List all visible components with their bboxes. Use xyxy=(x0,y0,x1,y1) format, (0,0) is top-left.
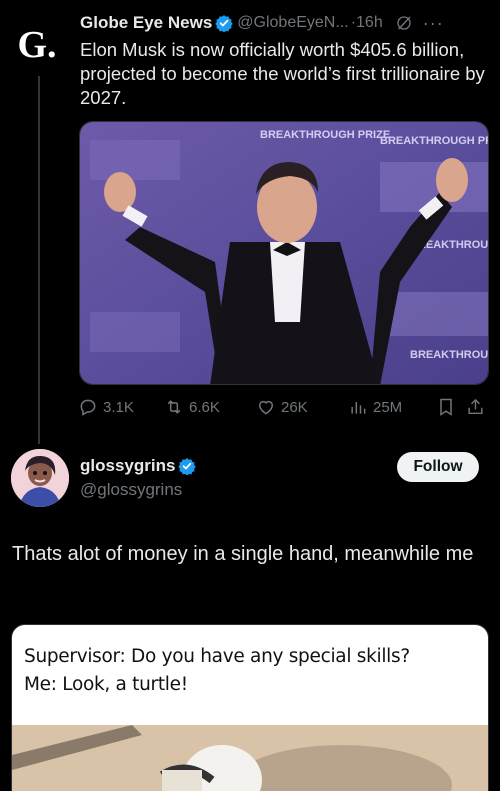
media-sign-2: BREAKTHROUGH PRIZE xyxy=(380,135,489,147)
views-chart-icon xyxy=(351,402,366,414)
heart-icon xyxy=(259,400,273,415)
views-button[interactable]: 25M xyxy=(348,397,436,417)
author-name[interactable]: Globe Eye News xyxy=(80,13,212,33)
repost-icon xyxy=(167,400,181,414)
reply-button[interactable]: 3.1K xyxy=(78,397,164,417)
tweet-header: Globe Eye News @GlobeEyeN... ·16h ··· xyxy=(80,12,490,34)
like-button[interactable]: 26K xyxy=(256,397,348,417)
author-handle[interactable]: @GlobeEyeN... xyxy=(237,14,348,32)
reply-icon xyxy=(80,399,96,416)
glossygrins-avatar[interactable] xyxy=(11,449,69,507)
tweet-photo[interactable]: BREAKTHROUGH PRIZE BREAKTHROUGH PRIZE BR… xyxy=(79,121,489,385)
meme-line-1: Supervisor: Do you have any special skil… xyxy=(24,646,410,667)
reply-author-name[interactable]: glossygrins xyxy=(80,456,175,476)
reply-text: Thats alot of money in a single hand, me… xyxy=(12,543,474,565)
share-button[interactable] xyxy=(466,397,490,417)
media-sign-1: BREAKTHROUGH PRIZE xyxy=(260,129,390,141)
meme-line-2: Me: Look, a turtle! xyxy=(24,674,188,695)
reply-meme-image[interactable]: Supervisor: Do you have any special skil… xyxy=(11,624,489,791)
reply-author-row: glossygrins xyxy=(80,455,197,477)
tweet-actions: 3.1K 6.6K 26K 25M xyxy=(78,396,490,418)
reply-author-handle[interactable]: @glossygrins xyxy=(80,480,182,500)
tweet-text: Elon Musk is now officially worth $405.6… xyxy=(80,39,485,108)
more-options-icon[interactable]: ··· xyxy=(423,14,444,32)
bookmark-icon xyxy=(440,398,452,416)
thread-line xyxy=(38,76,40,444)
like-count: 26K xyxy=(281,398,308,416)
verified-badge-icon xyxy=(178,458,197,475)
bookmark-button[interactable] xyxy=(436,397,466,417)
globe-eye-avatar[interactable]: G. xyxy=(14,22,60,68)
verified-badge-icon xyxy=(215,15,233,32)
tuxedo-man-photo: BREAKTHROUGH PRIZE BREAKTHROUGH PRIZE BR… xyxy=(80,122,489,384)
share-icon xyxy=(468,398,483,415)
repost-button[interactable]: 6.6K xyxy=(164,397,256,417)
media-sign-4: BREAKTHROUGH xyxy=(410,349,489,361)
views-count: 25M xyxy=(373,398,403,416)
follow-button[interactable]: Follow xyxy=(397,452,479,482)
turtle-pose-photo xyxy=(12,725,488,791)
repost-count: 6.6K xyxy=(189,398,220,416)
grok-icon[interactable] xyxy=(395,14,413,32)
reply-count: 3.1K xyxy=(103,398,134,416)
tweet-time[interactable]: ·16h xyxy=(351,14,383,32)
meme-caption: Supervisor: Do you have any special skil… xyxy=(24,643,484,699)
